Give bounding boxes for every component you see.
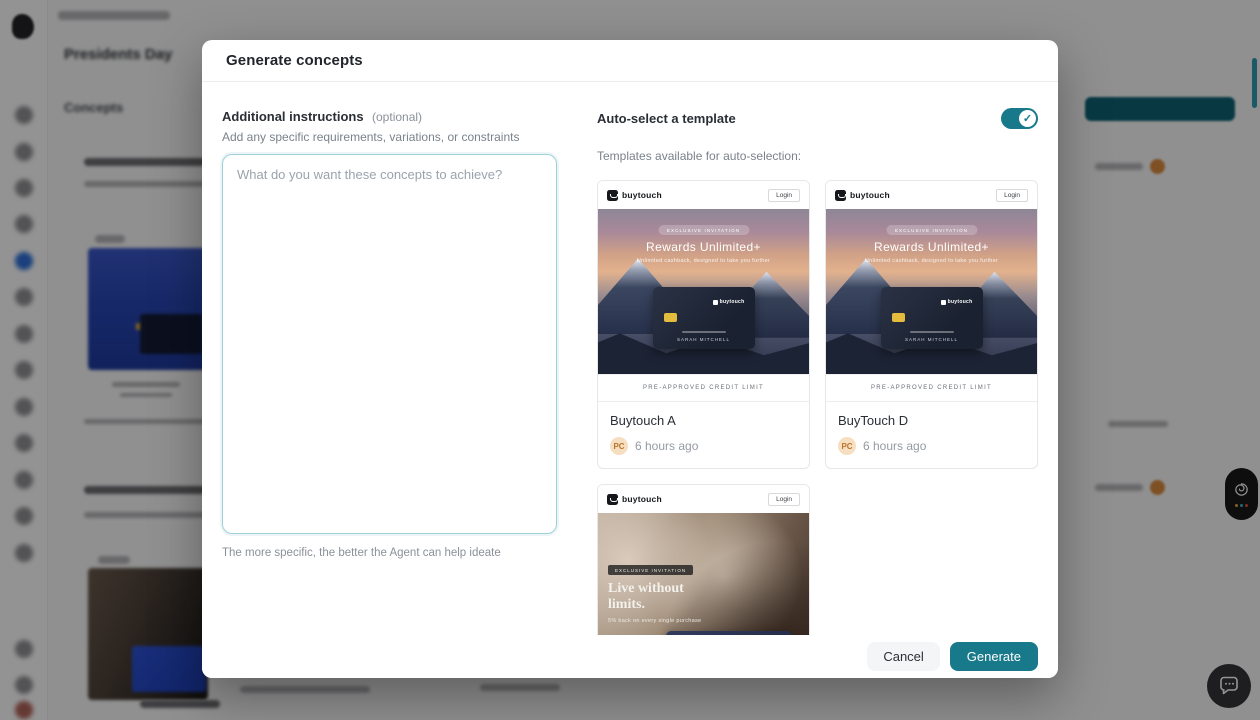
card-chip-icon [664, 313, 677, 322]
modal-body: Additional instructions (optional) Add a… [202, 82, 1058, 635]
preview-brand-name: buytouch [622, 494, 662, 504]
card-text-bar [910, 331, 954, 333]
template-grid: buytouch Login EXCLUSIVE INVITATION Rewa… [597, 180, 1038, 635]
preview-login-button: Login [768, 189, 800, 202]
auto-select-row: Auto-select a template ✓ [597, 108, 1038, 129]
template-byline: PC 6 hours ago [610, 437, 797, 455]
cancel-button[interactable]: Cancel [867, 642, 939, 671]
modal-title: Generate concepts [226, 52, 363, 69]
templates-caption: Templates available for auto-selection: [597, 149, 1038, 163]
preview-footnote-row: PRE-APPROVED CREDIT LIMIT [826, 374, 1037, 401]
instructions-sublabel: Add any specific requirements, variation… [222, 130, 557, 144]
avatar: PC [610, 437, 628, 455]
optional-hint: (optional) [372, 110, 422, 124]
preview-hero: EXCLUSIVE INVITATION Live without limits… [598, 513, 809, 635]
generate-button[interactable]: Generate [950, 642, 1038, 671]
template-name: BuyTouch D [838, 413, 1025, 428]
modal-header: Generate concepts [202, 40, 1058, 82]
template-meta: Buytouch A PC 6 hours ago [598, 401, 809, 468]
template-name: Buytouch A [610, 413, 797, 428]
card-brand-name: buytouch [720, 299, 745, 305]
preview-login-button: Login [996, 189, 1028, 202]
template-card-buytouch-d[interactable]: buytouch Login EXCLUSIVE INVITATION Rewa… [825, 180, 1038, 469]
template-meta: BuyTouch D PC 6 hours ago [826, 401, 1037, 468]
modal-footer: Cancel Generate [202, 635, 1058, 678]
template-card-partial[interactable]: buytouch Login EXCLUSIVE INVITATION Live… [597, 484, 810, 635]
toggle-knob: ✓ [1019, 110, 1036, 127]
template-updated: 6 hours ago [863, 439, 926, 453]
template-card-buytouch-a[interactable]: buytouch Login EXCLUSIVE INVITATION Rewa… [597, 180, 810, 469]
card-holder-name: SARAH MITCHELL [653, 337, 755, 342]
preview-subheadline: Unlimited cashback, designed to take you… [598, 258, 809, 264]
preview-brand-name: buytouch [622, 190, 662, 200]
preview-badge: EXCLUSIVE INVITATION [658, 225, 749, 235]
auto-select-toggle[interactable]: ✓ [1001, 108, 1038, 129]
template-byline: PC 6 hours ago [838, 437, 1025, 455]
preview-navbar: buytouch Login [598, 485, 809, 513]
preview-headline: Rewards Unlimited+ [826, 240, 1037, 254]
generate-concepts-modal: Generate concepts Additional instruction… [202, 40, 1058, 678]
preview-login-button: Login [768, 493, 800, 506]
card-holder-name: SARAH MITCHELL [881, 337, 983, 342]
card-brand-name: buytouch [948, 299, 973, 305]
preview-brand: buytouch [835, 190, 890, 201]
preview-footnote: PRE-APPROVED CREDIT LIMIT [643, 385, 764, 391]
card-brand: buytouch [713, 299, 745, 305]
preview-hero: EXCLUSIVE INVITATION Rewards Unlimited+ … [598, 209, 809, 374]
preview-brand: buytouch [607, 190, 662, 201]
credit-card-graphic: buytouch SARAH MITCHELL [881, 287, 983, 349]
credit-card-graphic: buytouch SARAH MITCHELL [653, 287, 755, 349]
instructions-label: Additional instructions [222, 109, 364, 124]
preview-badge: EXCLUSIVE INVITATION [886, 225, 977, 235]
credit-card-graphic: buytouch [666, 631, 793, 635]
preview-footnote: PRE-APPROVED CREDIT LIMIT [871, 385, 992, 391]
card-text-bar [682, 331, 726, 333]
buytouch-logo-icon [835, 190, 846, 201]
preview-badge: EXCLUSIVE INVITATION [608, 565, 693, 575]
template-updated: 6 hours ago [635, 439, 698, 453]
check-icon: ✓ [1023, 112, 1032, 125]
instructions-label-row: Additional instructions (optional) [222, 108, 557, 126]
buytouch-logo-icon [607, 190, 618, 201]
preview-footnote-row: PRE-APPROVED CREDIT LIMIT [598, 374, 809, 401]
preview-headline: Live without limits. [608, 581, 704, 612]
avatar: PC [838, 437, 856, 455]
card-chip-icon [892, 313, 905, 322]
preview-hero: EXCLUSIVE INVITATION Rewards Unlimited+ … [826, 209, 1037, 374]
auto-select-label: Auto-select a template [597, 111, 736, 126]
preview-navbar: buytouch Login [826, 181, 1037, 209]
preview-brand-name: buytouch [850, 190, 890, 200]
instructions-textarea[interactable] [222, 154, 557, 534]
preview-subheadline: Unlimited cashback, designed to take you… [826, 258, 1037, 264]
template-section: Auto-select a template ✓ Templates avail… [597, 108, 1038, 635]
preview-brand: buytouch [607, 494, 662, 505]
preview-headline: Rewards Unlimited+ [598, 240, 809, 254]
buytouch-logo-icon [607, 494, 618, 505]
instructions-section: Additional instructions (optional) Add a… [222, 108, 557, 635]
preview-navbar: buytouch Login [598, 181, 809, 209]
card-brand: buytouch [941, 299, 973, 305]
instructions-helper: The more specific, the better the Agent … [222, 547, 557, 559]
preview-subheadline: 5% back on every single purchase [608, 618, 701, 624]
